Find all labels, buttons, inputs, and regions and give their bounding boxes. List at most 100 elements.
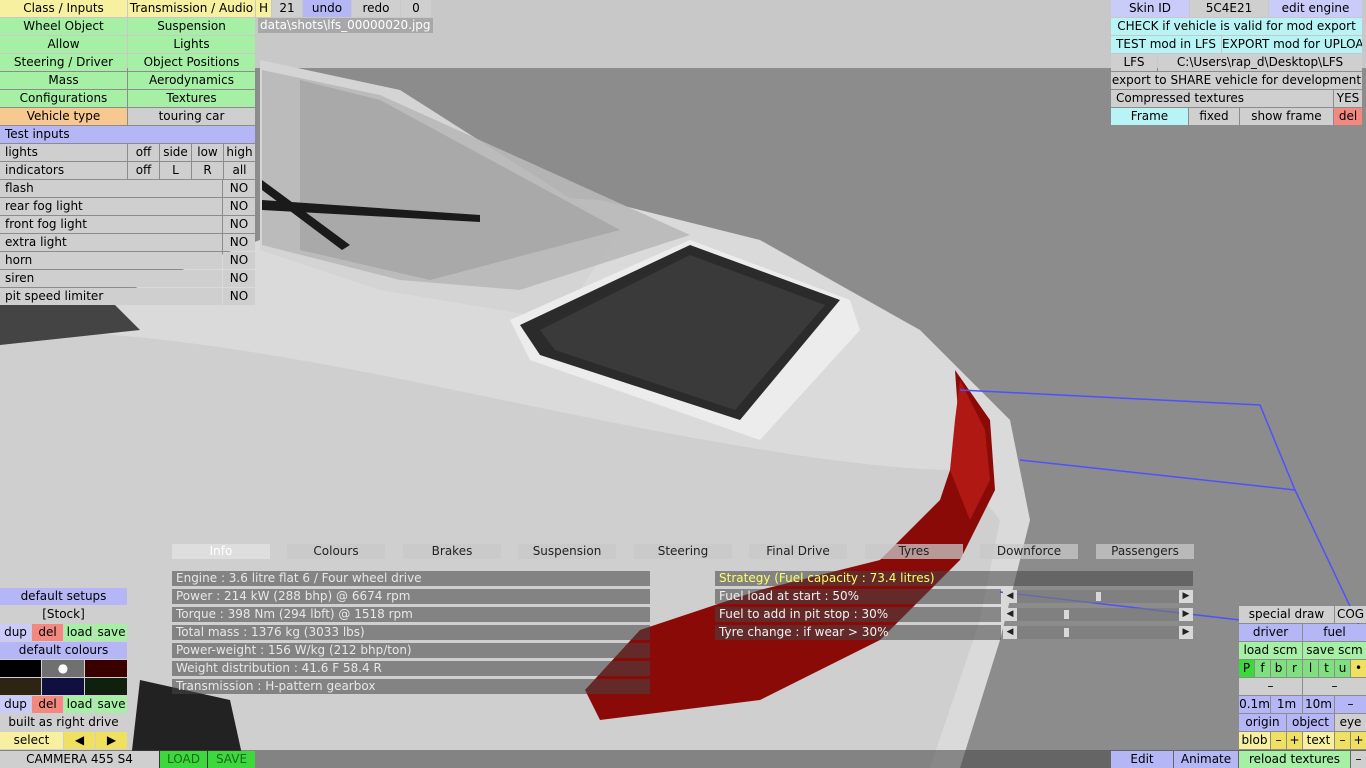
menu-transmission-audio[interactable]: Transmission / Audio — [128, 0, 255, 17]
menu-wheel-object[interactable]: Wheel Object — [0, 18, 127, 35]
menu-allow[interactable]: Allow — [0, 36, 127, 53]
tab-colours[interactable]: Colours — [287, 544, 385, 559]
slider-knob[interactable] — [1064, 610, 1069, 619]
load-button[interactable]: LOAD — [160, 751, 207, 768]
colour-swatch[interactable] — [85, 660, 127, 677]
eye-button[interactable]: eye — [1335, 714, 1366, 731]
tab-downforce[interactable]: Downforce — [980, 544, 1078, 559]
test-mod-button[interactable]: TEST mod in LFS — [1111, 36, 1221, 53]
tab-passengers[interactable]: Passengers — [1096, 544, 1194, 559]
colour-swatch[interactable] — [0, 660, 41, 677]
fuel-button[interactable]: fuel — [1303, 624, 1366, 641]
slider-knob[interactable] — [1064, 628, 1069, 637]
tab-tyres[interactable]: Tyres — [865, 544, 963, 559]
menu-lights[interactable]: Lights — [128, 36, 255, 53]
fixed-button[interactable]: fixed — [1189, 108, 1239, 125]
slider-right-icon[interactable]: ▶ — [1179, 590, 1193, 603]
built-as-right-drive-toggle[interactable]: built as right drive — [0, 714, 127, 731]
edit-engine-button[interactable]: edit engine — [1269, 0, 1362, 17]
indicators-left[interactable]: L — [160, 162, 191, 179]
animate-mode-button[interactable]: Animate — [1174, 751, 1238, 768]
step-0-1m-button[interactable]: 0.1m — [1239, 696, 1270, 713]
show-frame-button[interactable]: show frame — [1240, 108, 1333, 125]
slider-knob[interactable] — [1096, 592, 1101, 601]
front-fog-light-toggle[interactable]: NO — [223, 216, 255, 233]
flash-toggle[interactable]: NO — [223, 180, 255, 197]
setup-del-button[interactable]: del — [32, 624, 63, 641]
setup-dup-button[interactable]: dup — [0, 624, 31, 641]
pit-speed-limiter-toggle[interactable]: NO — [223, 288, 255, 305]
colour-dup-button[interactable]: dup — [0, 696, 31, 713]
lights-high[interactable]: high — [224, 144, 255, 161]
indicators-all[interactable]: all — [224, 162, 255, 179]
delete-frame-button[interactable]: del — [1334, 108, 1362, 125]
slider-left-icon[interactable]: ◀ — [1003, 608, 1017, 621]
vehicle-type-select[interactable]: touring car — [128, 108, 255, 125]
fuel-load-slider[interactable]: ◀ ▶ — [1003, 590, 1193, 603]
menu-object-positions[interactable]: Object Positions — [128, 54, 255, 71]
slider-right-icon[interactable]: ▶ — [1179, 626, 1193, 639]
tyre-change-slider[interactable]: ◀ ▶ — [1003, 626, 1193, 639]
setup-save-button[interactable]: save — [96, 624, 127, 641]
menu-mass[interactable]: Mass — [0, 72, 127, 89]
slider-right-icon[interactable]: ▶ — [1179, 608, 1193, 621]
text-minus-button[interactable]: – — [1335, 732, 1350, 749]
frame-button[interactable]: Frame — [1111, 108, 1188, 125]
tab-info[interactable]: Info — [172, 544, 270, 559]
h-button[interactable]: H — [256, 0, 271, 17]
skin-id-value[interactable]: 5C4E21 — [1190, 0, 1268, 17]
menu-suspension[interactable]: Suspension — [128, 18, 255, 35]
undo-button[interactable]: undo — [303, 0, 351, 17]
blob-minus-button[interactable]: – — [1271, 732, 1286, 749]
setup-load-button[interactable]: load — [64, 624, 95, 641]
compressed-textures-toggle[interactable]: YES — [1334, 90, 1362, 107]
tab-suspension[interactable]: Suspension — [518, 544, 616, 559]
colour-del-button[interactable]: del — [32, 696, 63, 713]
driver-button[interactable]: driver — [1239, 624, 1302, 641]
view-f-button[interactable]: f — [1255, 660, 1270, 677]
setup-stock[interactable]: [Stock] — [0, 606, 127, 623]
menu-textures[interactable]: Textures — [128, 90, 255, 107]
lights-low[interactable]: low — [192, 144, 223, 161]
menu-steering-driver[interactable]: Steering / Driver — [0, 54, 127, 71]
fuel-pit-slider[interactable]: ◀ ▶ — [1003, 608, 1193, 621]
reload-minus-button[interactable]: – — [1351, 751, 1366, 768]
view-t-button[interactable]: t — [1319, 660, 1334, 677]
special-draw-button[interactable]: special draw — [1239, 606, 1334, 623]
cog-button[interactable]: COG — [1335, 606, 1366, 623]
blob-plus-button[interactable]: + — [1287, 732, 1302, 749]
colour-swatch[interactable] — [42, 678, 84, 695]
view-dot-button[interactable]: • — [1351, 660, 1366, 677]
colour-save-button[interactable]: save — [96, 696, 127, 713]
indicators-off[interactable]: off — [128, 162, 159, 179]
step-minus-button[interactable]: – — [1335, 696, 1366, 713]
colour-load-button[interactable]: load — [64, 696, 95, 713]
decrease-right-button[interactable]: – — [1303, 678, 1366, 695]
load-scm-button[interactable]: load scm — [1239, 642, 1302, 659]
edit-mode-button[interactable]: Edit — [1111, 751, 1173, 768]
default-setups-button[interactable]: default setups — [0, 588, 127, 605]
slider-left-icon[interactable]: ◀ — [1003, 590, 1017, 603]
check-valid-button[interactable]: CHECK if vehicle is valid for mod export — [1111, 18, 1362, 35]
horn-toggle[interactable]: NO — [223, 252, 255, 269]
reload-textures-button[interactable]: reload textures — [1239, 751, 1350, 768]
menu-configurations[interactable]: Configurations — [0, 90, 127, 107]
view-l-button[interactable]: l — [1303, 660, 1318, 677]
colour-swatch[interactable] — [0, 678, 41, 695]
select-prev-icon[interactable]: ◀ — [64, 732, 95, 749]
menu-class-inputs[interactable]: Class / Inputs — [0, 0, 127, 17]
redo-button[interactable]: redo — [352, 0, 400, 17]
export-mod-button[interactable]: EXPORT mod for UPLOAD — [1222, 36, 1362, 53]
export-share-button[interactable]: export to SHARE vehicle for development — [1111, 72, 1362, 89]
indicators-right[interactable]: R — [192, 162, 223, 179]
tab-steering[interactable]: Steering — [634, 544, 732, 559]
extra-light-toggle[interactable]: NO — [223, 234, 255, 251]
rear-fog-light-toggle[interactable]: NO — [223, 198, 255, 215]
view-b-button[interactable]: b — [1271, 660, 1286, 677]
origin-button[interactable]: origin — [1239, 714, 1286, 731]
view-u-button[interactable]: u — [1335, 660, 1350, 677]
step-10m-button[interactable]: 10m — [1303, 696, 1334, 713]
default-colours-button[interactable]: default colours — [0, 642, 127, 659]
text-plus-button[interactable]: + — [1351, 732, 1366, 749]
lights-off[interactable]: off — [128, 144, 159, 161]
